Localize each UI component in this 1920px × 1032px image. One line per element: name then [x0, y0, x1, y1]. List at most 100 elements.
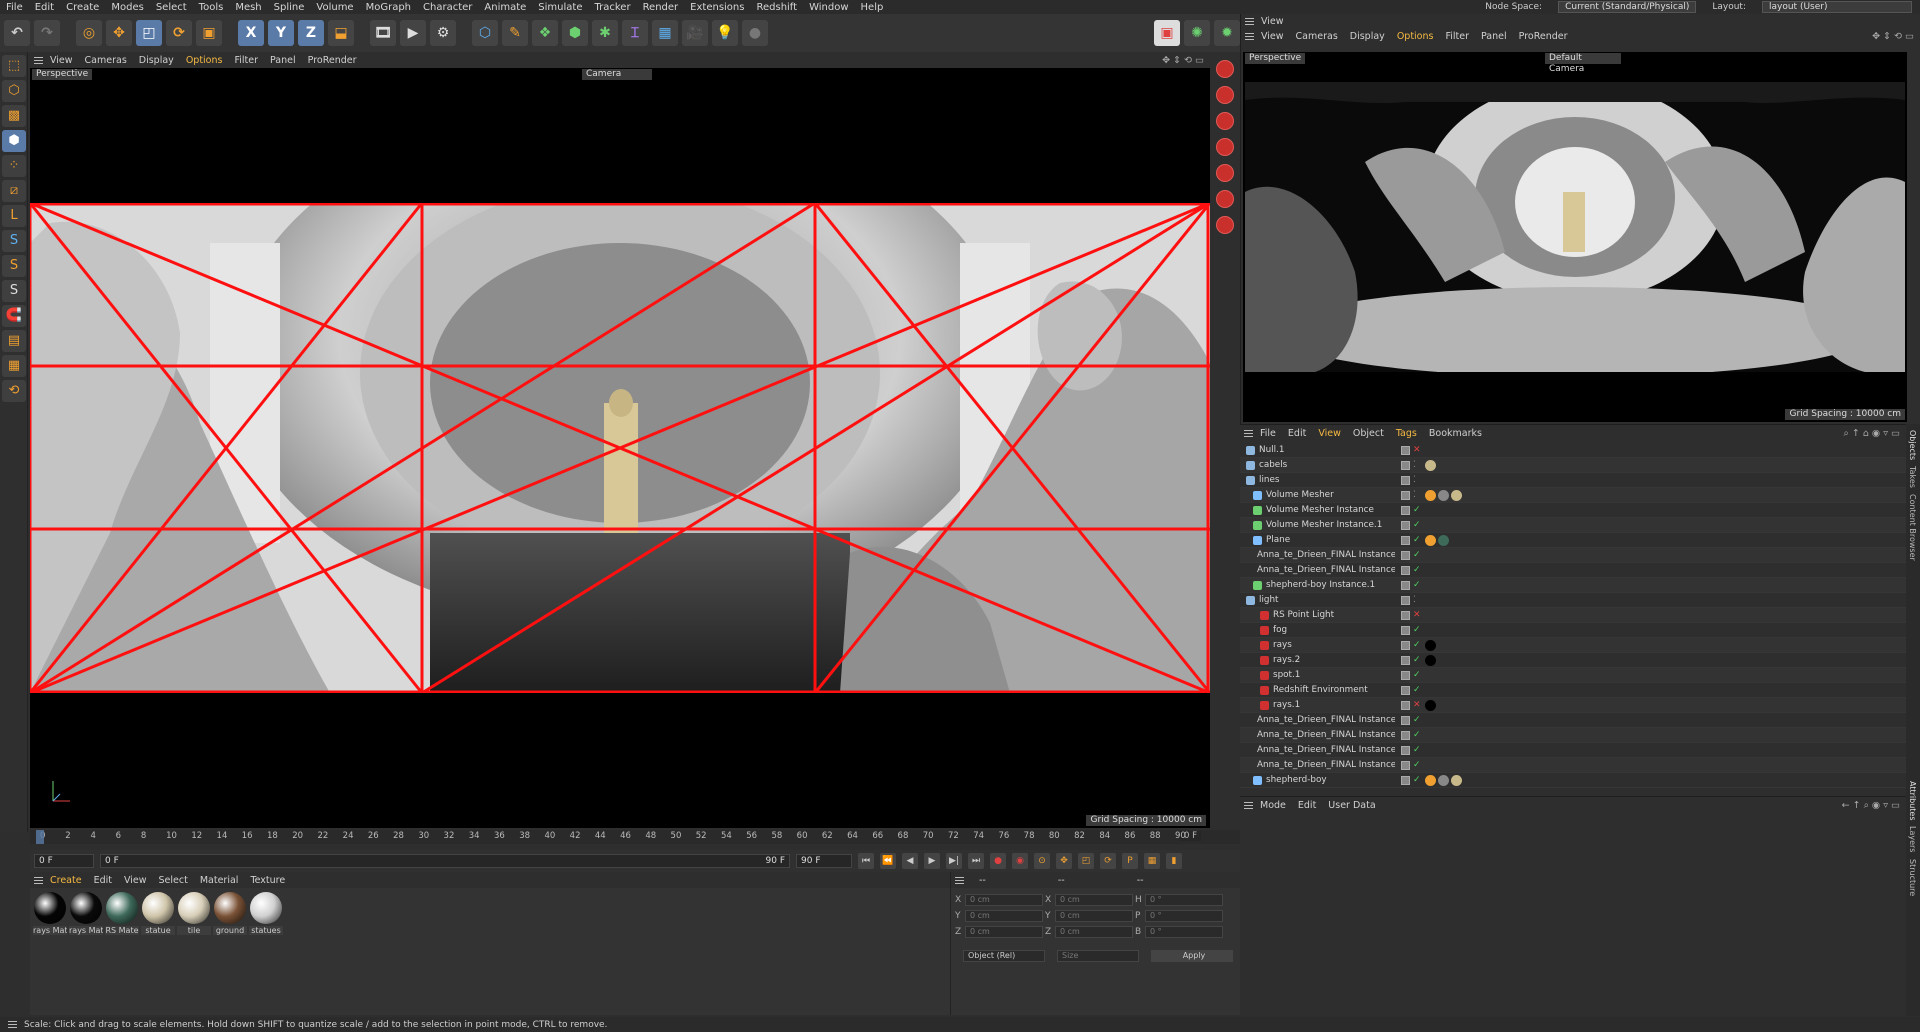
coord-value-field[interactable]: 0 °: [1145, 926, 1223, 938]
enabled-check-icon[interactable]: ✓: [1413, 715, 1423, 725]
prev-frame-icon[interactable]: ◀: [902, 853, 918, 869]
object-row[interactable]: lines ⁚: [1240, 473, 1906, 488]
object-row[interactable]: rays ✓: [1240, 638, 1906, 653]
record-icon[interactable]: ●: [990, 853, 1006, 869]
tag-icon[interactable]: [1438, 534, 1449, 546]
timeline-ruler[interactable]: 0 F 024681012141618202224262830323436384…: [30, 830, 1240, 844]
viewport-menu-panel[interactable]: Panel: [264, 55, 302, 66]
layer-checkbox[interactable]: [1401, 760, 1410, 770]
layer-checkbox[interactable]: [1401, 685, 1410, 695]
sky-icon[interactable]: ●: [742, 20, 768, 46]
tag-icon[interactable]: [1451, 774, 1462, 786]
layer-checkbox[interactable]: [1401, 715, 1410, 725]
redo-icon[interactable]: ↷: [34, 20, 60, 46]
layer-checkbox[interactable]: [1401, 745, 1410, 755]
tag-icon[interactable]: [1425, 654, 1436, 666]
right-menu-cameras[interactable]: Cameras: [1290, 31, 1344, 42]
object-row[interactable]: Plane ✓: [1240, 533, 1906, 548]
layer-checkbox[interactable]: [1401, 625, 1410, 635]
attr-menu-edit[interactable]: Edit: [1292, 800, 1322, 811]
right-viewport[interactable]: Perspective Default Camera Grid Spacing …: [1243, 52, 1907, 422]
x-axis-lock-icon[interactable]: X: [238, 20, 264, 46]
z-axis-lock-icon[interactable]: Z: [298, 20, 324, 46]
apply-button[interactable]: Apply: [1151, 950, 1233, 962]
tab-structure[interactable]: Structure: [1908, 859, 1917, 896]
object-row[interactable]: shepherd-boy Instance.1 ✓: [1240, 578, 1906, 593]
viewport-menu-view[interactable]: View: [44, 55, 79, 66]
menu-tools[interactable]: Tools: [193, 2, 230, 13]
enabled-check-icon[interactable]: ✓: [1413, 685, 1423, 695]
start-frame-field[interactable]: 0 F: [34, 854, 94, 868]
object-row[interactable]: spot.1 ✓: [1240, 668, 1906, 683]
menu-spline[interactable]: Spline: [268, 2, 311, 13]
timeline-playhead[interactable]: [36, 830, 44, 844]
layer-checkbox[interactable]: [1401, 550, 1410, 560]
enabled-check-icon[interactable]: ✓: [1413, 565, 1423, 575]
rs-camera-icon[interactable]: [1216, 112, 1234, 130]
material-swatch[interactable]: rays Mat: [69, 892, 103, 935]
menu-animate[interactable]: Animate: [478, 2, 532, 13]
layout-dropdown[interactable]: layout (User): [1762, 1, 1912, 13]
render-settings-icon[interactable]: ⚙: [430, 20, 456, 46]
axis-mode-icon[interactable]: L: [2, 205, 26, 227]
object-row[interactable]: light ⁚: [1240, 593, 1906, 608]
menu-edit[interactable]: Edit: [29, 2, 60, 13]
material-swatch[interactable]: statue: [141, 892, 175, 935]
enabled-check-icon[interactable]: ✓: [1413, 640, 1423, 650]
coord-value-field[interactable]: 0 cm: [965, 926, 1043, 938]
make-editable-icon[interactable]: ⬚: [2, 55, 26, 77]
workplane-icon[interactable]: ▤: [2, 330, 26, 352]
cloner-icon[interactable]: ⬢: [562, 20, 588, 46]
coord-value-field[interactable]: 0 °: [1145, 894, 1223, 906]
layer-checkbox[interactable]: [1401, 610, 1410, 620]
points-mode-icon[interactable]: ⁘: [2, 155, 26, 177]
enabled-check-icon[interactable]: ✓: [1413, 655, 1423, 665]
layer-checkbox[interactable]: [1401, 445, 1410, 455]
object-menu-icon[interactable]: [1240, 425, 1254, 441]
obj-menu-tags[interactable]: Tags: [1390, 428, 1423, 439]
object-row[interactable]: Anna_te_Drieen_FINAL Instance.3 ✓: [1240, 563, 1906, 578]
grid-icon[interactable]: ▦: [2, 355, 26, 377]
visibility-dots-icon[interactable]: ⁚: [1413, 475, 1423, 485]
tag-icon[interactable]: [1425, 699, 1436, 711]
layer-checkbox[interactable]: [1401, 655, 1410, 665]
snap-icon[interactable]: 🧲: [2, 305, 26, 327]
viewport-menu-icon[interactable]: [30, 52, 44, 68]
viewport-menu-prorender[interactable]: ProRender: [302, 55, 363, 66]
material-swatch[interactable]: rays Mat: [33, 892, 67, 935]
object-row[interactable]: Volume Mesher Instance ✓: [1240, 503, 1906, 518]
rs-dome-icon[interactable]: [1216, 164, 1234, 182]
layer-checkbox[interactable]: [1401, 490, 1410, 500]
menu-render[interactable]: Render: [637, 2, 685, 13]
size-mode-dropdown[interactable]: Size: [1057, 950, 1139, 962]
layer-checkbox[interactable]: [1401, 565, 1410, 575]
material-swatch[interactable]: RS Mate: [105, 892, 139, 935]
enabled-check-icon[interactable]: ✓: [1413, 760, 1423, 770]
disabled-x-icon[interactable]: ✕: [1413, 610, 1423, 620]
enabled-check-icon[interactable]: ✓: [1413, 505, 1423, 515]
enabled-check-icon[interactable]: ✓: [1413, 550, 1423, 560]
tab-objects[interactable]: Objects: [1908, 430, 1917, 460]
menu-tracker[interactable]: Tracker: [588, 2, 636, 13]
scale-key-icon[interactable]: ◰: [1078, 853, 1094, 869]
attr-menu-mode[interactable]: Mode: [1254, 800, 1292, 811]
layer-checkbox[interactable]: [1401, 580, 1410, 590]
object-row[interactable]: Anna_te_Drieen_FINAL Instance.6 ✓: [1240, 758, 1906, 773]
mat-menu-texture[interactable]: Texture: [244, 875, 291, 886]
floor-icon[interactable]: ▦: [652, 20, 678, 46]
right-view-menu-icon[interactable]: [1241, 13, 1255, 29]
menu-redshift[interactable]: Redshift: [750, 2, 803, 13]
object-row[interactable]: rays.1 ✕: [1240, 698, 1906, 713]
scale-tool-icon[interactable]: ◰: [136, 20, 162, 46]
layer-checkbox[interactable]: [1401, 460, 1410, 470]
layer-checkbox[interactable]: [1401, 535, 1410, 545]
viewport-menu-options[interactable]: Options: [180, 55, 229, 66]
object-row[interactable]: Volume Mesher Instance.1 ✓: [1240, 518, 1906, 533]
layer-checkbox[interactable]: [1401, 700, 1410, 710]
right-menu-view[interactable]: View: [1255, 31, 1290, 42]
menu-character[interactable]: Character: [417, 2, 478, 13]
object-row[interactable]: RS Point Light ✕: [1240, 608, 1906, 623]
object-mode-icon[interactable]: ⬢: [2, 130, 26, 152]
object-row[interactable]: fog ✓: [1240, 623, 1906, 638]
object-row[interactable]: Null.1 ✕: [1240, 443, 1906, 458]
